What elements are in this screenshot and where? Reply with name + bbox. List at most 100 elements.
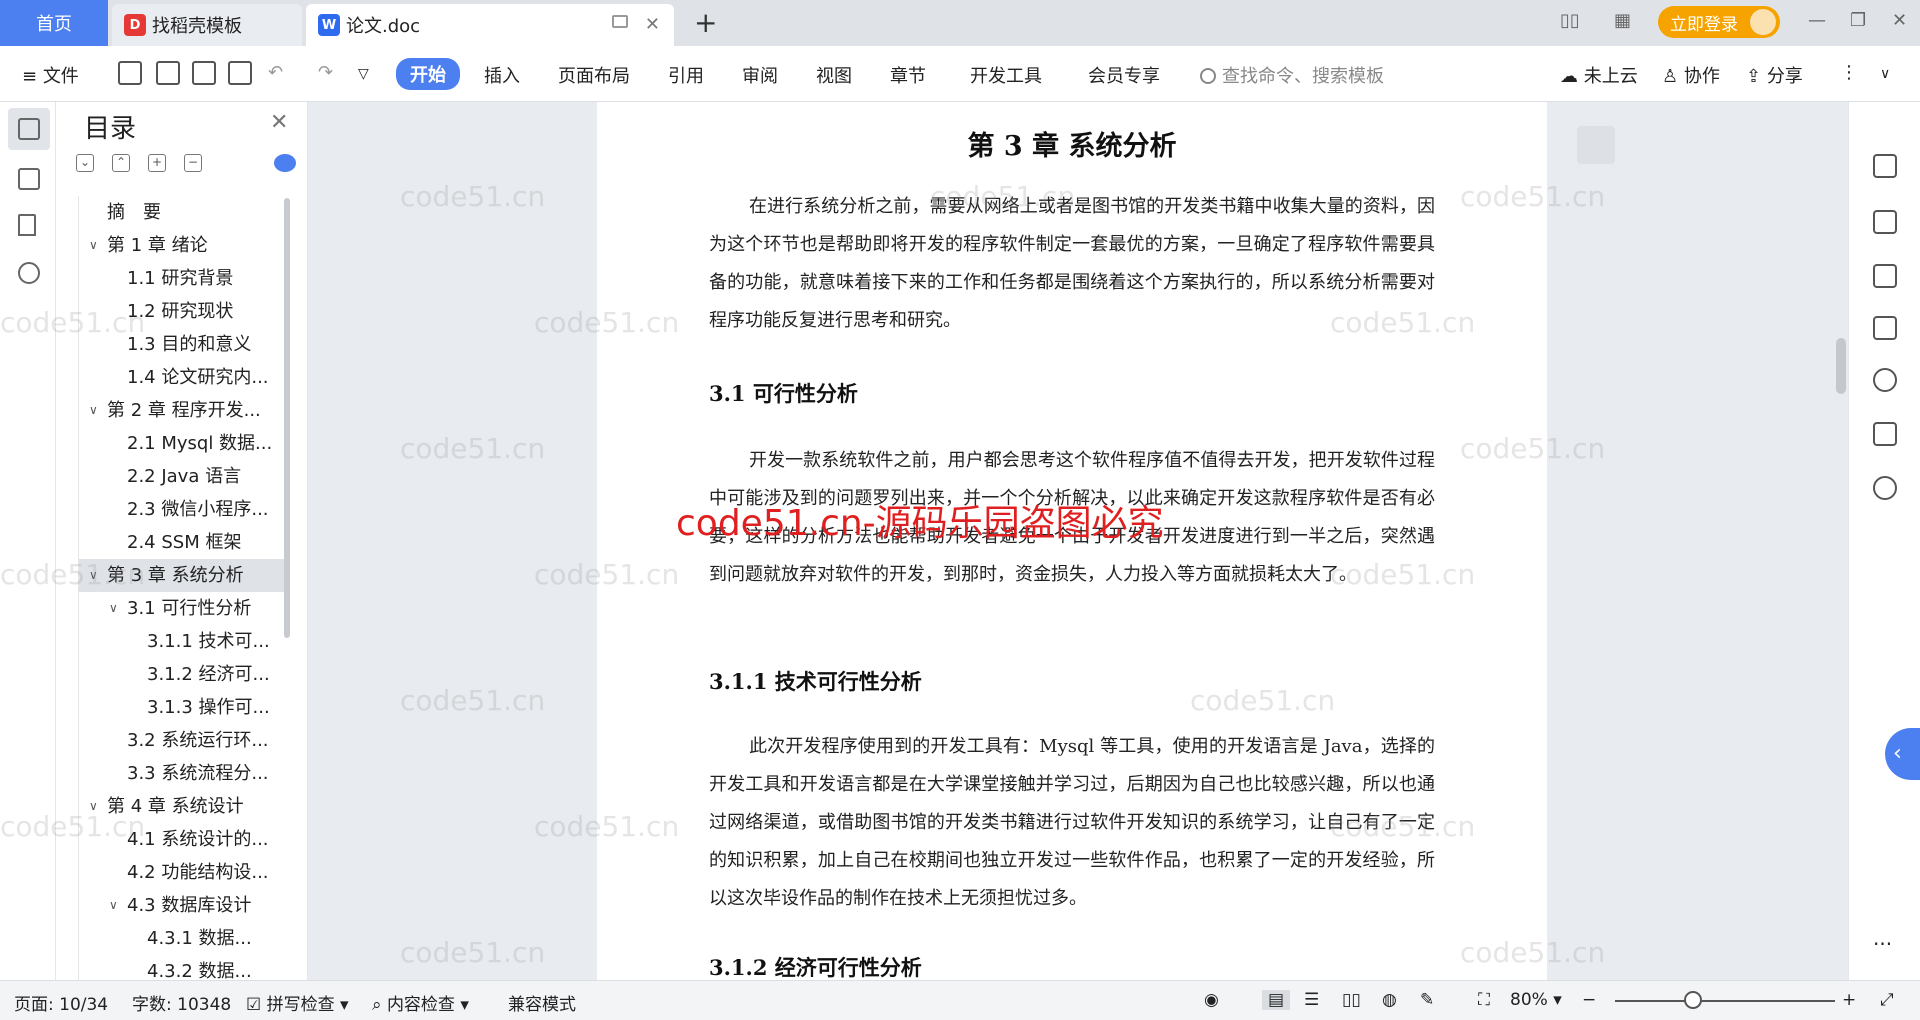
settings-icon[interactable] <box>1873 264 1897 288</box>
more-icon[interactable]: ··· <box>1873 932 1897 956</box>
toc-item[interactable]: ∨ 3.1 可行性分析 <box>79 592 284 625</box>
collapse-ribbon-icon[interactable]: ∨ <box>1880 66 1890 82</box>
help-icon[interactable] <box>1873 476 1897 500</box>
toc-item[interactable]: 1.3 目的和意义 <box>79 328 284 361</box>
remove-heading-icon[interactable]: − <box>184 154 202 172</box>
layout-icon[interactable]: ▯▯ <box>1560 10 1580 31</box>
toc-item[interactable]: 1.2 研究现状 <box>79 295 284 328</box>
word-count[interactable]: 字数: 10348 <box>132 990 231 1015</box>
toc-item[interactable]: 4.3.2 数据... <box>79 955 284 980</box>
toc-item[interactable]: ∨ 4.3 数据库设计 <box>79 889 284 922</box>
menu-review[interactable]: 审阅 <box>742 62 778 88</box>
web-view-icon[interactable]: ◍ <box>1382 990 1397 1010</box>
menu-references[interactable]: 引用 <box>668 62 704 88</box>
menu-page-layout[interactable]: 页面布局 <box>558 62 630 88</box>
close-window-icon[interactable]: ✕ <box>1892 10 1907 31</box>
close-tab-icon[interactable]: ✕ <box>645 14 660 35</box>
cloud-status[interactable]: ☁ 未上云 <box>1560 62 1638 88</box>
fit-icon[interactable]: ⛶ <box>1478 990 1490 1010</box>
robot-icon[interactable] <box>1873 316 1897 340</box>
toc-item[interactable]: 4.1 系统设计的... <box>79 823 284 856</box>
bookmark-icon[interactable] <box>18 214 36 236</box>
eye-protection-icon[interactable]: ◉ <box>1204 990 1219 1010</box>
toc-item[interactable]: 3.1.1 技术可... <box>79 625 284 658</box>
read-mode-icon[interactable]: ▯▯ <box>1342 990 1361 1010</box>
chevron-down-icon[interactable]: ∨ <box>89 559 98 592</box>
location-icon[interactable] <box>1873 368 1897 392</box>
zoom-in-icon[interactable]: + <box>1842 990 1856 1010</box>
toc-item[interactable]: 2.4 SSM 框架 <box>79 526 284 559</box>
outline-view-icon[interactable]: ☰ <box>1304 990 1319 1010</box>
toc-item[interactable]: ∨ 第 3 章 系统分析 <box>79 559 284 592</box>
menu-member[interactable]: 会员专享 <box>1088 62 1160 88</box>
zoom-out-icon[interactable]: − <box>1582 990 1596 1010</box>
save-icon[interactable] <box>118 61 142 85</box>
chevron-down-icon[interactable]: ∨ <box>89 394 98 427</box>
toc-item[interactable]: 2.2 Java 语言 <box>79 460 284 493</box>
command-search[interactable]: 查找命令、搜索模板 <box>1200 62 1384 88</box>
undo-icon[interactable]: ↶ <box>268 62 283 83</box>
restore-window-icon[interactable]: ❐ <box>1850 10 1866 31</box>
draw-icon[interactable]: ✎ <box>1420 990 1434 1010</box>
toc-item[interactable]: 2.1 Mysql 数据... <box>79 427 284 460</box>
zoom-slider-handle[interactable] <box>1684 991 1702 1009</box>
monitor-icon[interactable] <box>612 15 628 28</box>
toc-item[interactable]: 4.2 功能结构设... <box>79 856 284 889</box>
cursor-icon[interactable] <box>1873 210 1897 234</box>
toc-item[interactable]: 3.1.2 经济可... <box>79 658 284 691</box>
toc-item[interactable]: 3.2 系统运行环... <box>79 724 284 757</box>
spell-check[interactable]: ☑ 拼写检查 ▾ <box>246 990 349 1015</box>
navigation-icon[interactable] <box>18 168 40 190</box>
zoom-slider[interactable] <box>1615 1000 1835 1002</box>
chevron-down-icon[interactable]: ∨ <box>109 592 118 625</box>
file-menu[interactable]: ≡ 文件 <box>22 62 79 88</box>
collapse-panel-button[interactable]: ‹ <box>1885 728 1920 780</box>
toc-item[interactable]: ∨ 第 2 章 程序开发... <box>79 394 284 427</box>
menu-home[interactable]: 开始 <box>396 58 460 90</box>
toc-item[interactable]: 2.3 微信小程序... <box>79 493 284 526</box>
document-scrollbar[interactable] <box>1835 102 1847 980</box>
tab-document[interactable]: W 论文.doc ✕ <box>306 4 674 46</box>
toc-item[interactable]: ∨ 第 4 章 系统设计 <box>79 790 284 823</box>
toc-item[interactable]: ∨ 第 1 章 绪论 <box>79 229 284 262</box>
toc-item[interactable]: 摘 要 <box>79 196 284 229</box>
login-button[interactable]: 立即登录 <box>1658 6 1780 38</box>
share-button[interactable]: ⇪ 分享 <box>1746 62 1803 88</box>
chevron-down-icon[interactable]: ∨ <box>89 229 98 262</box>
page-count[interactable]: 页面: 10/34 <box>14 990 108 1015</box>
menu-insert[interactable]: 插入 <box>484 62 520 88</box>
toc-item[interactable]: 1.1 研究背景 <box>79 262 284 295</box>
more-icon[interactable]: ▽ <box>358 66 369 82</box>
print-preview-icon[interactable] <box>228 61 252 85</box>
search-icon[interactable] <box>18 262 40 284</box>
toc-scrollbar[interactable] <box>284 198 290 638</box>
close-icon[interactable]: ✕ <box>270 110 288 135</box>
content-check[interactable]: ⌕ 内容检查 ▾ <box>372 990 469 1015</box>
minimize-window-icon[interactable]: — <box>1808 10 1826 31</box>
toc-item[interactable]: 4.3.1 数据... <box>79 922 284 955</box>
tab-docer-templates[interactable]: D 找稻壳模板 <box>112 4 302 46</box>
collaborate-button[interactable]: ♙ 协作 <box>1662 62 1720 88</box>
scroll-thumb[interactable] <box>1836 338 1846 394</box>
toc-item[interactable]: 3.1.3 操作可... <box>79 691 284 724</box>
zoom-level[interactable]: 80% ▾ <box>1510 990 1562 1010</box>
redo-icon[interactable]: ↷ <box>318 62 333 83</box>
new-tab-button[interactable]: + <box>694 6 717 39</box>
chevron-down-icon[interactable]: ∨ <box>89 790 98 823</box>
tab-home[interactable]: 首页 <box>0 0 108 46</box>
eye-icon[interactable] <box>274 154 296 172</box>
menu-developer[interactable]: 开发工具 <box>970 62 1042 88</box>
page-view-icon[interactable]: ▤ <box>1262 990 1291 1010</box>
toc-item[interactable]: 1.4 论文研究内... <box>79 361 284 394</box>
menu-chapter[interactable]: 章节 <box>890 62 926 88</box>
export-icon[interactable] <box>156 61 180 85</box>
edit-icon[interactable] <box>1873 154 1897 178</box>
expand-all-icon[interactable]: ⌄ <box>76 154 94 172</box>
fullscreen-icon[interactable]: ⤢ <box>1880 990 1894 1010</box>
toc-item[interactable]: 3.3 系统流程分... <box>79 757 284 790</box>
add-heading-icon[interactable]: + <box>148 154 166 172</box>
chevron-down-icon[interactable]: ∨ <box>109 889 118 922</box>
menu-view[interactable]: 视图 <box>816 62 852 88</box>
filter-icon[interactable] <box>1577 126 1615 164</box>
print-icon[interactable] <box>192 61 216 85</box>
